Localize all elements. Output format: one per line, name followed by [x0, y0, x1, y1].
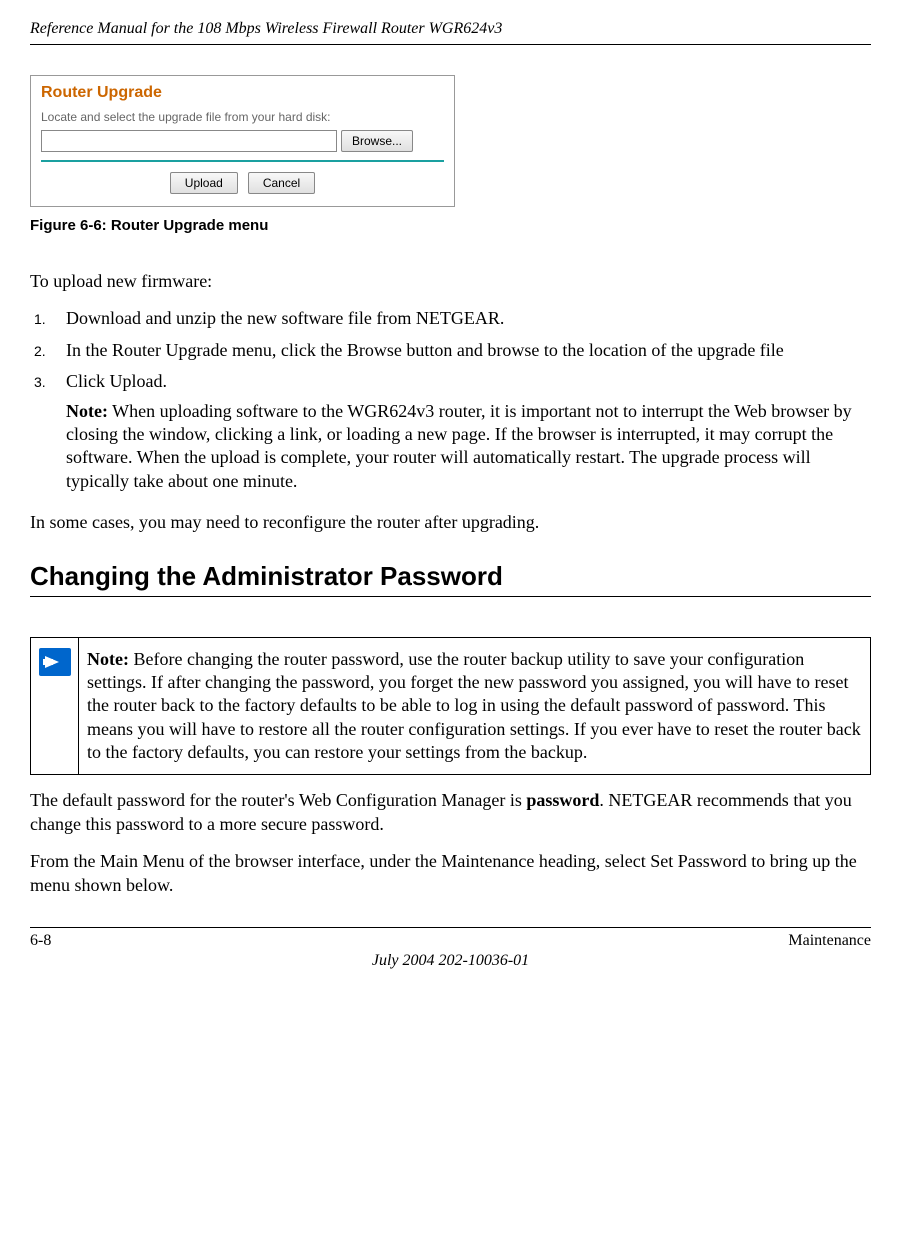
footer-page-number: 6-8 — [30, 932, 51, 950]
section-rule — [30, 596, 871, 597]
step-item: Click Upload. Note: When uploading softw… — [30, 370, 871, 493]
section-heading: Changing the Administrator Password — [30, 561, 871, 592]
note-label: Note: — [66, 401, 108, 421]
default-pw-bold: password — [526, 790, 599, 810]
default-pw-pre: The default password for the router's We… — [30, 790, 526, 810]
router-upgrade-screenshot: Router Upgrade Locate and select the upg… — [30, 75, 455, 207]
file-selection-row: Browse... — [41, 130, 444, 152]
reconfigure-text: In some cases, you may need to reconfigu… — [30, 511, 871, 534]
step-item: In the Router Upgrade menu, click the Br… — [30, 339, 871, 362]
note-after-step3: Note: When uploading software to the WGR… — [66, 400, 871, 494]
menu-navigation-text: From the Main Menu of the browser interf… — [30, 850, 871, 897]
document-header-title: Reference Manual for the 108 Mbps Wirele… — [30, 20, 871, 45]
step-3-text: Click Upload. — [66, 371, 167, 391]
upload-button[interactable]: Upload — [170, 172, 238, 194]
note-text-cell: Note: Before changing the router passwor… — [79, 637, 871, 775]
note-box-text: Before changing the router password, use… — [87, 649, 861, 763]
browse-button[interactable]: Browse... — [341, 130, 413, 152]
figure-caption: Figure 6-6: Router Upgrade menu — [30, 217, 871, 234]
note-box: Note: Before changing the router passwor… — [30, 637, 871, 776]
cancel-button[interactable]: Cancel — [248, 172, 315, 194]
note-box-prefix: Note: — [87, 649, 129, 669]
teal-divider — [41, 160, 444, 162]
default-password-paragraph: The default password for the router's We… — [30, 789, 871, 836]
footer-section-name: Maintenance — [788, 932, 871, 950]
arrow-icon — [39, 648, 71, 676]
step-item: Download and unzip the new software file… — [30, 307, 871, 330]
page-footer: 6-8 Maintenance July 2004 202-10036-01 — [30, 927, 871, 970]
note-body: When uploading software to the WGR624v3 … — [66, 401, 852, 491]
note-icon-cell — [31, 637, 79, 775]
file-path-input[interactable] — [41, 130, 337, 152]
steps-list: Download and unzip the new software file… — [30, 307, 871, 493]
router-upgrade-heading: Router Upgrade — [41, 84, 444, 102]
upgrade-instruction-text: Locate and select the upgrade file from … — [41, 110, 444, 124]
intro-text: To upload new firmware: — [30, 270, 871, 293]
footer-date: July 2004 202-10036-01 — [30, 952, 871, 970]
action-buttons-row: Upload Cancel — [41, 172, 444, 194]
